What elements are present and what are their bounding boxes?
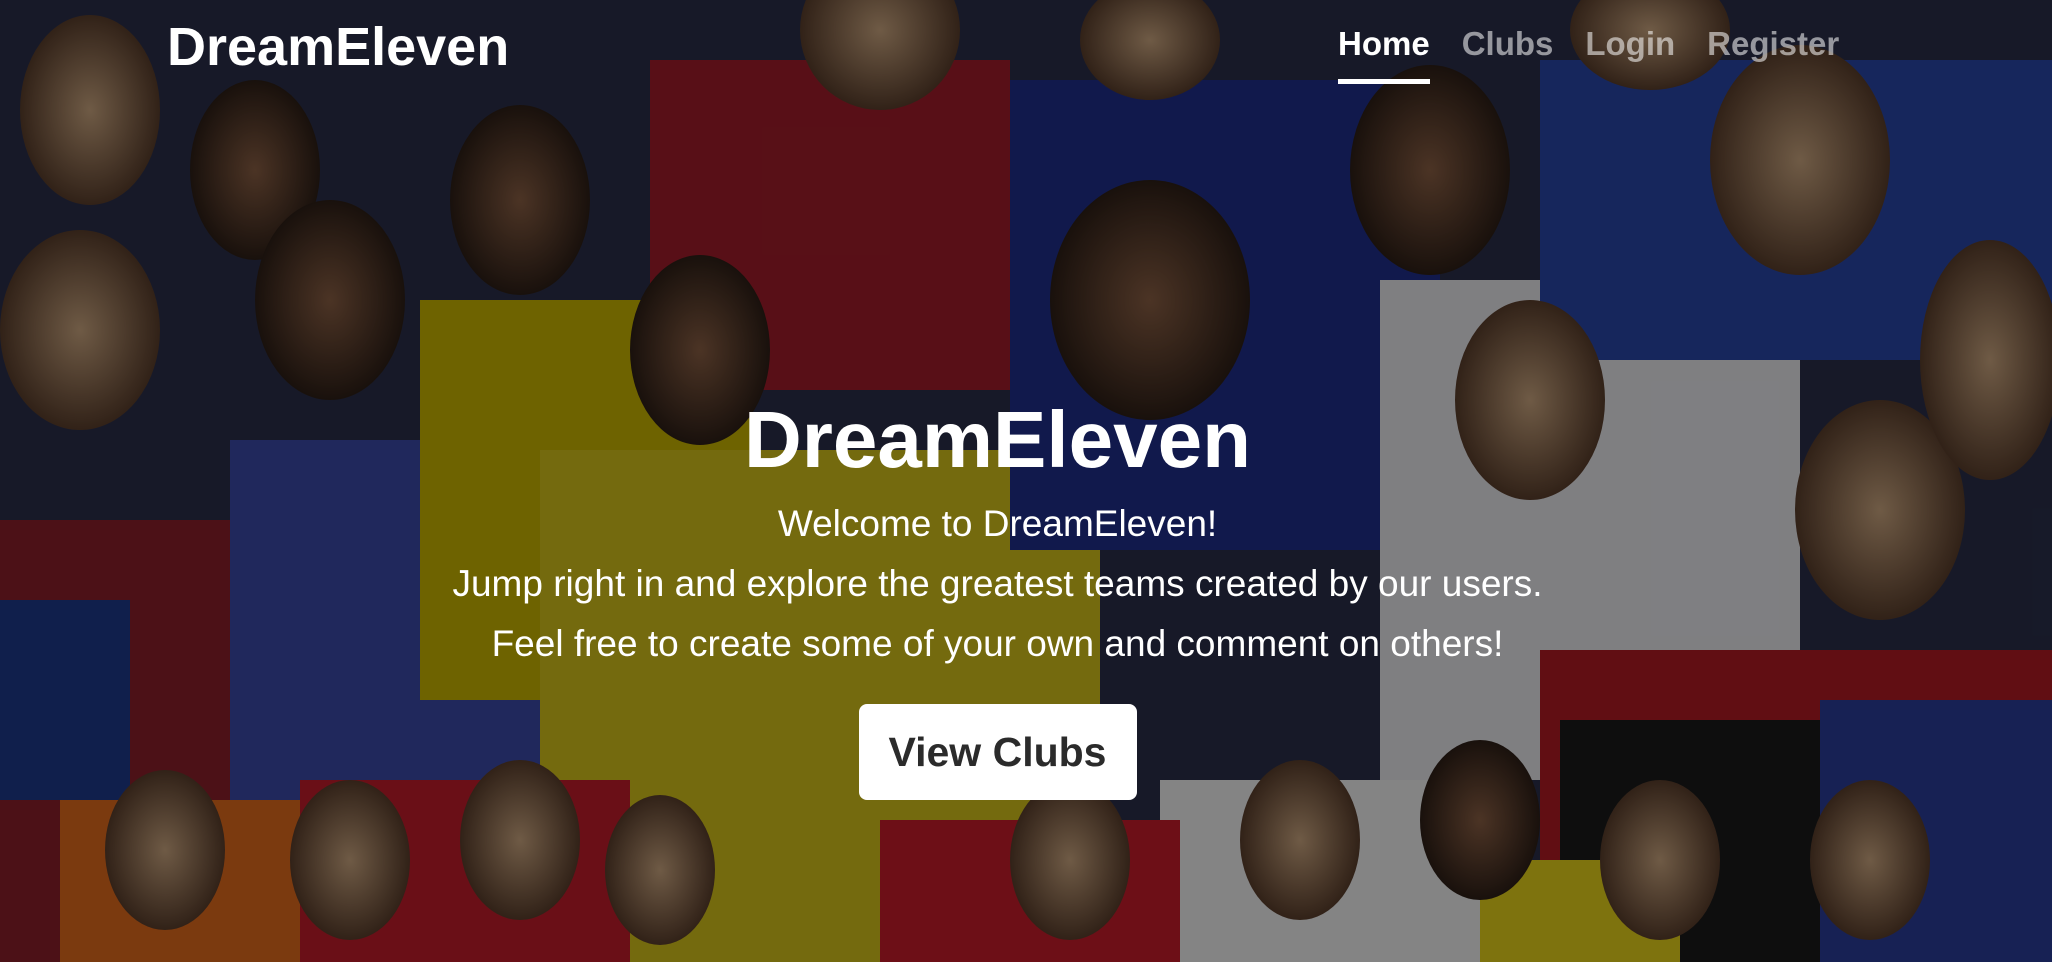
nav-link-login[interactable]: Login	[1585, 22, 1675, 84]
top-navbar: DreamEleven Home Clubs Login Register	[0, 0, 2052, 96]
nav-link-register[interactable]: Register	[1707, 22, 1839, 84]
nav-link-clubs[interactable]: Clubs	[1462, 22, 1554, 84]
hero-title: DreamEleven	[744, 395, 1251, 484]
brand-logo-text[interactable]: DreamEleven	[167, 14, 509, 80]
hero-explore-text: Jump right in and explore the greatest t…	[452, 563, 1543, 604]
hero-welcome-text: Welcome to DreamEleven!	[777, 503, 1218, 544]
hero-section: DreamEleven Welcome to DreamEleven! Jump…	[0, 390, 1995, 800]
nav-links: Home Clubs Login Register	[1338, 22, 1871, 84]
view-clubs-button[interactable]: View Clubs	[858, 704, 1137, 800]
nav-link-home[interactable]: Home	[1338, 22, 1430, 84]
page: DreamEleven Home Clubs Login Register Dr…	[0, 0, 2052, 962]
hero-create-text: Feel free to create some of your own and…	[491, 623, 1504, 664]
